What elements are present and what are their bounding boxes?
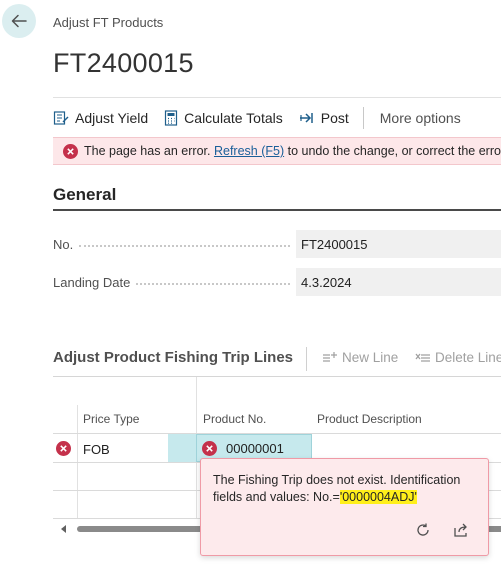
dot-leader — [79, 245, 290, 247]
adjust-yield-label: Adjust Yield — [75, 109, 149, 126]
delete-line-label: Delete Line — [435, 350, 501, 365]
error-notification: The page has an error. Refresh (F5) to u… — [53, 137, 501, 165]
popup-message: The Fishing Trip does not exist. Identif… — [213, 472, 481, 506]
adjust-yield-icon — [53, 110, 69, 126]
error-text-before: The page has an error. — [84, 144, 211, 158]
toolbar-divider — [362, 106, 364, 129]
no-field: No. FT2400015 — [53, 230, 501, 258]
post-button[interactable]: Post — [299, 98, 349, 137]
popup-message-text: The Fishing Trip does not exist. Identif… — [213, 473, 461, 504]
new-line-icon — [322, 351, 338, 365]
section-divider — [53, 209, 501, 211]
more-options-button[interactable]: More options — [380, 110, 461, 126]
col-header-price-type[interactable]: Price Type — [83, 412, 139, 426]
row-error-icon[interactable] — [56, 441, 71, 456]
no-value[interactable]: FT2400015 — [296, 230, 501, 258]
landing-date-value[interactable]: 4.3.2024 — [296, 268, 501, 296]
breadcrumb: Adjust FT Products — [53, 15, 164, 30]
lines-section-title: Adjust Product Fishing Trip Lines — [53, 349, 294, 366]
page-title: FT2400015 — [53, 48, 194, 78]
validation-error-popup: The Fishing Trip does not exist. Identif… — [200, 458, 489, 556]
lines-divider — [306, 347, 307, 371]
refresh-icon[interactable] — [413, 520, 433, 540]
adjust-yield-button[interactable]: Adjust Yield — [53, 98, 148, 137]
delete-line-icon — [415, 351, 431, 365]
col-header-product-no[interactable]: Product No. — [203, 412, 266, 426]
price-type-cell[interactable]: FOB — [83, 442, 110, 457]
delete-line-button[interactable]: Delete Line — [415, 350, 501, 365]
popup-highlight-value: '0000004ADJ' — [339, 490, 417, 504]
scroll-left-icon[interactable] — [61, 525, 67, 533]
no-label: No. — [53, 236, 74, 252]
landing-date-label: Landing Date — [53, 274, 131, 290]
new-line-button[interactable]: New Line — [322, 350, 398, 365]
general-section-title: General — [53, 185, 117, 204]
row-selector-cell[interactable] — [168, 434, 196, 462]
back-button[interactable] — [2, 4, 36, 38]
action-bar: Adjust Yield Calculate Totals Post More … — [53, 97, 501, 137]
share-icon[interactable] — [451, 520, 471, 540]
landing-date-field: Landing Date 4.3.2024 — [53, 268, 501, 296]
error-text-after: to undo the change, or correct the error… — [287, 144, 501, 158]
col-header-product-description[interactable]: Product Description — [317, 412, 422, 426]
post-label: Post — [320, 109, 349, 126]
post-icon — [299, 111, 315, 125]
calculate-totals-button[interactable]: Calculate Totals — [164, 98, 283, 137]
calculator-icon — [164, 109, 178, 126]
new-line-label: New Line — [342, 350, 399, 365]
product-no-value: 00000001 — [226, 441, 284, 456]
cell-error-icon — [202, 441, 217, 456]
calculate-totals-label: Calculate Totals — [184, 109, 283, 126]
refresh-link[interactable]: Refresh (F5) — [214, 144, 284, 158]
dot-leader — [136, 283, 290, 285]
error-icon — [63, 143, 78, 159]
arrow-left-icon — [11, 14, 27, 28]
